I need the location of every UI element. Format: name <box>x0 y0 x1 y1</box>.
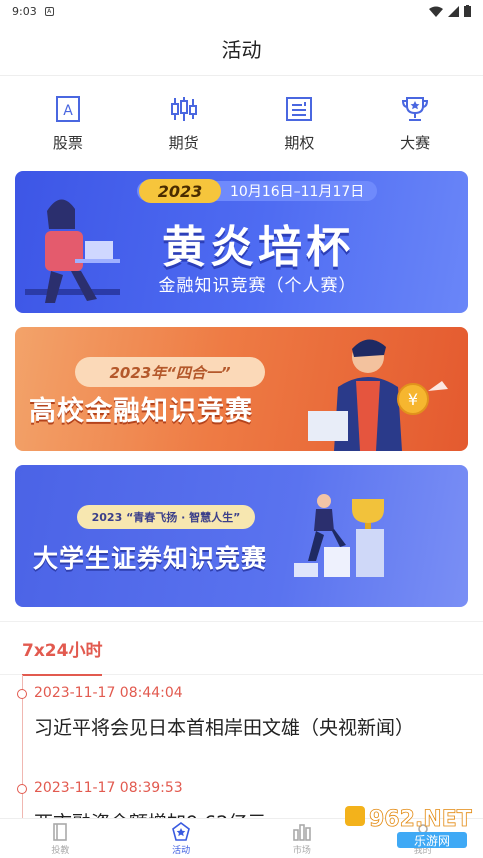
banner-title: 黄炎培杯 <box>162 222 354 273</box>
news-time: 2023-11-17 08:39:53 <box>34 780 183 796</box>
quicknav-label: 期权 <box>284 134 315 152</box>
banner-subtitle: 金融知识竞赛（个人赛） <box>158 276 357 296</box>
stock-icon: A <box>55 96 80 122</box>
news-item[interactable]: 2023-11-17 08:44:04 习近平将会见日本首相岸田文雄（央视新闻） <box>17 675 483 770</box>
banner-title: 大学生证券知识竞赛 <box>33 544 268 573</box>
tab-7x24[interactable]: 7x24小时 <box>22 622 103 676</box>
quicknav-contest[interactable]: 大赛 <box>375 94 455 153</box>
futures-icon <box>170 97 197 121</box>
timeline-dot <box>17 784 27 794</box>
quicknav-label: 股票 <box>52 134 83 152</box>
star-icon <box>172 821 191 841</box>
quicknav-stock[interactable]: A 股票 <box>28 94 108 153</box>
page-title-bar: 活动 <box>0 22 483 76</box>
banner-huangyanpei-cup[interactable]: 2023 10月16日–11月17日 黄炎培杯 金融知识竞赛（个人赛） <box>15 171 468 313</box>
bottomnav-label: 市场 <box>292 845 311 856</box>
notification-icon: A <box>44 6 54 16</box>
quicknav-label: 大赛 <box>400 134 431 152</box>
book-icon <box>53 822 68 841</box>
svg-text:¥: ¥ <box>408 390 418 409</box>
svg-text:A: A <box>63 103 73 119</box>
tab-label: 7x24小时 <box>22 640 103 661</box>
bottomnav-label: 投教 <box>51 845 70 856</box>
bottomnav-market[interactable]: 市场 <box>262 822 342 856</box>
banner-year-badge: 2023 <box>139 179 221 203</box>
timeline-dot <box>17 689 27 699</box>
banner-illustration-person-laptop <box>25 199 120 303</box>
banner-tag: 2023 “青春飞扬 · 智慧人生” <box>77 505 255 529</box>
bottomnav-activity[interactable]: 活动 <box>141 821 221 856</box>
page-title: 活动 <box>221 38 262 62</box>
feed-tabs: 7x24小时 <box>0 621 483 676</box>
battery-icon <box>464 5 471 17</box>
banner-college-finance-contest[interactable]: ¥ 2023年“四合一” 高校金融知识竞赛 <box>15 327 468 451</box>
news-time: 2023-11-17 08:44:04 <box>34 685 183 701</box>
status-time: 9:03 <box>12 4 37 18</box>
banner-student-securities-contest[interactable]: 2023 “青春飞扬 · 智慧人生” 大学生证券知识竞赛 <box>15 465 468 607</box>
quicknav-futures[interactable]: 期货 <box>144 94 224 153</box>
watermark-sub: 乐游网 <box>414 834 450 848</box>
bottomnav-education[interactable]: 投教 <box>20 822 100 856</box>
trophy-icon <box>402 97 429 121</box>
quick-nav: A 股票 期货 期权 大赛 <box>0 76 483 171</box>
banner-dates: 10月16日–11月17日 <box>230 184 365 200</box>
chart-icon <box>293 823 311 841</box>
watermark-text: 962.NET <box>369 807 472 832</box>
options-icon <box>286 97 313 121</box>
bottomnav-label: 活动 <box>172 845 191 856</box>
wifi-icon <box>429 6 443 17</box>
banner-title: 高校金融知识竞赛 <box>29 396 253 427</box>
banner-illustration-man-coin: ¥ <box>308 339 448 451</box>
status-bar: 9:03 A <box>0 0 483 22</box>
quicknav-label: 期货 <box>168 134 199 152</box>
banner-illustration-trophy-podium <box>294 494 384 577</box>
watermark-logo: 962.NET 乐游网 <box>345 806 472 848</box>
signal-icon <box>448 5 459 17</box>
news-text: 习近平将会见日本首相岸田文雄（央视新闻） <box>34 717 415 739</box>
quicknav-options[interactable]: 期权 <box>259 94 339 153</box>
banner-tag: 2023年“四合一” <box>75 357 265 387</box>
